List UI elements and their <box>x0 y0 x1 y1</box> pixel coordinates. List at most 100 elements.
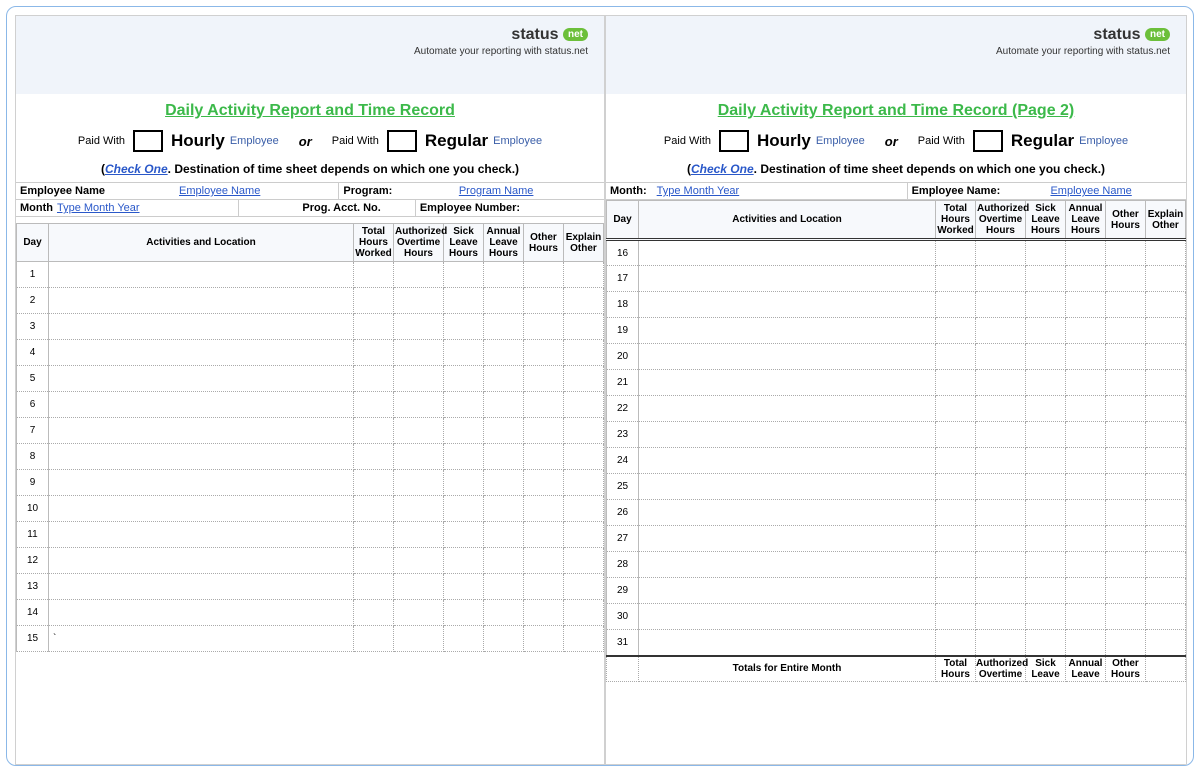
sick-cell[interactable] <box>444 366 484 392</box>
total-hours-cell[interactable] <box>936 370 976 396</box>
total-hours-cell[interactable] <box>936 448 976 474</box>
sick-cell[interactable] <box>1026 500 1066 526</box>
other-cell[interactable] <box>1106 396 1146 422</box>
activities-cell[interactable] <box>49 470 354 496</box>
explain-cell[interactable] <box>564 444 604 470</box>
overtime-cell[interactable] <box>976 604 1026 630</box>
explain-cell[interactable] <box>1146 292 1186 318</box>
explain-cell[interactable] <box>1146 448 1186 474</box>
explain-cell[interactable] <box>1146 474 1186 500</box>
total-hours-cell[interactable] <box>354 418 394 444</box>
other-cell[interactable] <box>1106 526 1146 552</box>
employee-name-field-2[interactable]: Employee Name <box>1000 185 1182 197</box>
explain-cell[interactable] <box>564 626 604 652</box>
sick-cell[interactable] <box>444 340 484 366</box>
sick-cell[interactable] <box>1026 604 1066 630</box>
annual-cell[interactable] <box>1066 552 1106 578</box>
other-cell[interactable] <box>524 470 564 496</box>
annual-cell[interactable] <box>484 314 524 340</box>
overtime-cell[interactable] <box>976 630 1026 656</box>
activities-cell[interactable] <box>639 630 936 656</box>
overtime-cell[interactable] <box>394 418 444 444</box>
other-cell[interactable] <box>1106 578 1146 604</box>
total-hours-cell[interactable] <box>354 548 394 574</box>
other-cell[interactable] <box>1106 292 1146 318</box>
activities-cell[interactable] <box>49 574 354 600</box>
total-hours-cell[interactable] <box>936 422 976 448</box>
overtime-cell[interactable] <box>976 422 1026 448</box>
regular-checkbox-2[interactable] <box>973 130 1003 152</box>
overtime-cell[interactable] <box>394 470 444 496</box>
other-cell[interactable] <box>524 522 564 548</box>
activities-cell[interactable] <box>639 266 936 292</box>
total-hours-cell[interactable] <box>936 266 976 292</box>
other-cell[interactable] <box>524 548 564 574</box>
sick-cell[interactable] <box>1026 474 1066 500</box>
other-cell[interactable] <box>1106 448 1146 474</box>
annual-cell[interactable] <box>484 392 524 418</box>
overtime-cell[interactable] <box>394 444 444 470</box>
hourly-checkbox-2[interactable] <box>719 130 749 152</box>
activities-cell[interactable] <box>49 366 354 392</box>
other-cell[interactable] <box>1106 422 1146 448</box>
overtime-cell[interactable] <box>394 548 444 574</box>
activities-cell[interactable] <box>639 318 936 344</box>
sick-cell[interactable] <box>444 444 484 470</box>
activities-cell[interactable] <box>49 600 354 626</box>
annual-cell[interactable] <box>484 288 524 314</box>
annual-cell[interactable] <box>484 366 524 392</box>
explain-cell[interactable] <box>1146 266 1186 292</box>
total-hours-cell[interactable] <box>354 522 394 548</box>
other-cell[interactable] <box>524 574 564 600</box>
other-cell[interactable] <box>1106 630 1146 656</box>
total-hours-cell[interactable] <box>354 340 394 366</box>
annual-cell[interactable] <box>1066 266 1106 292</box>
explain-cell[interactable] <box>1146 552 1186 578</box>
other-cell[interactable] <box>1106 552 1146 578</box>
overtime-cell[interactable] <box>976 344 1026 370</box>
activities-cell[interactable] <box>49 262 354 288</box>
annual-cell[interactable] <box>1066 604 1106 630</box>
other-cell[interactable] <box>524 314 564 340</box>
explain-cell[interactable] <box>1146 500 1186 526</box>
sick-cell[interactable] <box>444 470 484 496</box>
annual-cell[interactable] <box>1066 370 1106 396</box>
sick-cell[interactable] <box>1026 370 1066 396</box>
annual-cell[interactable] <box>484 340 524 366</box>
activities-cell[interactable] <box>639 604 936 630</box>
other-cell[interactable] <box>1106 474 1146 500</box>
sick-cell[interactable] <box>1026 396 1066 422</box>
activities-cell[interactable] <box>639 370 936 396</box>
explain-cell[interactable] <box>564 314 604 340</box>
annual-cell[interactable] <box>1066 500 1106 526</box>
total-hours-cell[interactable] <box>354 496 394 522</box>
explain-cell[interactable] <box>564 340 604 366</box>
annual-cell[interactable] <box>1066 422 1106 448</box>
activities-cell[interactable] <box>639 292 936 318</box>
sick-cell[interactable] <box>1026 422 1066 448</box>
annual-cell[interactable] <box>1066 292 1106 318</box>
total-hours-cell[interactable] <box>936 604 976 630</box>
activities-cell[interactable] <box>639 474 936 500</box>
month-field-2[interactable]: Type Month Year <box>647 185 903 197</box>
total-hours-cell[interactable] <box>354 626 394 652</box>
activities-cell[interactable] <box>639 578 936 604</box>
total-hours-cell[interactable] <box>354 600 394 626</box>
total-hours-cell[interactable] <box>354 288 394 314</box>
annual-cell[interactable] <box>1066 630 1106 656</box>
explain-cell[interactable] <box>1146 604 1186 630</box>
activities-cell[interactable] <box>639 500 936 526</box>
annual-cell[interactable] <box>1066 240 1106 266</box>
annual-cell[interactable] <box>1066 344 1106 370</box>
annual-cell[interactable] <box>484 262 524 288</box>
other-cell[interactable] <box>1106 344 1146 370</box>
program-field[interactable]: Program Name <box>392 185 600 197</box>
overtime-cell[interactable] <box>976 526 1026 552</box>
sick-cell[interactable] <box>444 288 484 314</box>
explain-cell[interactable] <box>564 262 604 288</box>
other-cell[interactable] <box>524 288 564 314</box>
sick-cell[interactable] <box>1026 266 1066 292</box>
activities-cell[interactable] <box>49 288 354 314</box>
annual-cell[interactable] <box>484 600 524 626</box>
sick-cell[interactable] <box>444 522 484 548</box>
